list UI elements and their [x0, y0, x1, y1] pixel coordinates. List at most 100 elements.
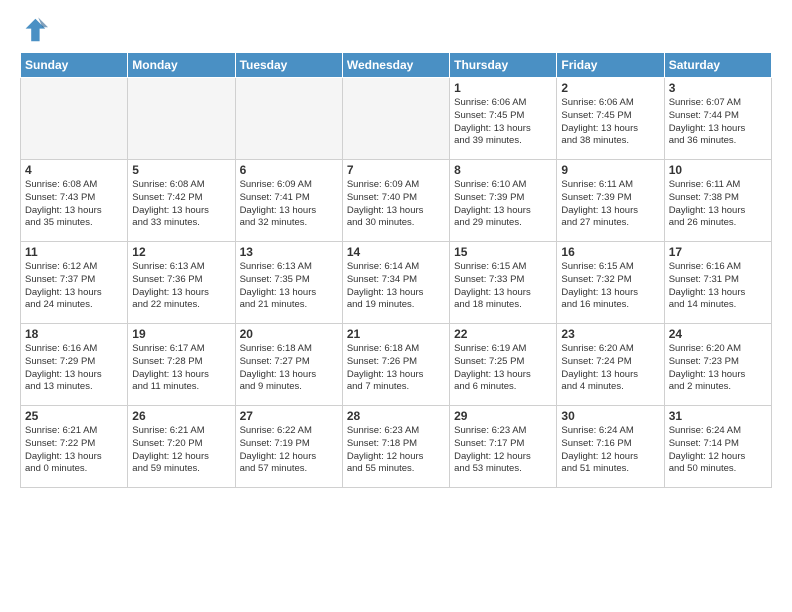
- day-info: Sunrise: 6:19 AM Sunset: 7:25 PM Dayligh…: [454, 343, 552, 394]
- day-number: 22: [454, 327, 552, 341]
- day-cell: 22 Sunrise: 6:19 AM Sunset: 7:25 PM Dayli…: [450, 324, 557, 406]
- day-number: 1: [454, 81, 552, 95]
- day-info: Sunrise: 6:13 AM Sunset: 7:36 PM Dayligh…: [132, 261, 230, 312]
- day-number: 27: [240, 409, 338, 423]
- day-number: 5: [132, 163, 230, 177]
- day-cell: 4 Sunrise: 6:08 AM Sunset: 7:43 PM Daylig…: [21, 160, 128, 242]
- day-info: Sunrise: 6:12 AM Sunset: 7:37 PM Dayligh…: [25, 261, 123, 312]
- day-cell: 5 Sunrise: 6:08 AM Sunset: 7:42 PM Daylig…: [128, 160, 235, 242]
- day-number: 24: [669, 327, 767, 341]
- day-cell: 23Sunrise: 6:20 AM Sunset: 7:24 PM Dayli…: [557, 324, 664, 406]
- day-info: Sunrise: 6:11 AM Sunset: 7:39 PM Dayligh…: [561, 179, 659, 230]
- day-cell: 26Sunrise: 6:21 AM Sunset: 7:20 PM Dayli…: [128, 406, 235, 488]
- weekday-header-tuesday: Tuesday: [235, 53, 342, 78]
- day-number: 29: [454, 409, 552, 423]
- day-number: 19: [132, 327, 230, 341]
- week-row-3: 11 Sunrise: 6:12 AM Sunset: 7:37 PM Dayli…: [21, 242, 772, 324]
- day-number: 18: [25, 327, 123, 341]
- day-cell: 11 Sunrise: 6:12 AM Sunset: 7:37 PM Dayli…: [21, 242, 128, 324]
- weekday-header-thursday: Thursday: [450, 53, 557, 78]
- weekday-header-monday: Monday: [128, 53, 235, 78]
- day-info: Sunrise: 6:06 AM Sunset: 7:45 PM Dayligh…: [561, 97, 659, 148]
- day-info: Sunrise: 6:13 AM Sunset: 7:35 PM Dayligh…: [240, 261, 338, 312]
- day-info: Sunrise: 6:08 AM Sunset: 7:43 PM Dayligh…: [25, 179, 123, 230]
- day-info: Sunrise: 6:18 AM Sunset: 7:27 PM Dayligh…: [240, 343, 338, 394]
- day-info: Sunrise: 6:16 AM Sunset: 7:29 PM Dayligh…: [25, 343, 123, 394]
- day-cell: 15 Sunrise: 6:15 AM Sunset: 7:33 PM Dayli…: [450, 242, 557, 324]
- day-cell: [128, 78, 235, 160]
- day-cell: 18 Sunrise: 6:16 AM Sunset: 7:29 PM Dayli…: [21, 324, 128, 406]
- day-cell: 9 Sunrise: 6:11 AM Sunset: 7:39 PM Daylig…: [557, 160, 664, 242]
- day-number: 10: [669, 163, 767, 177]
- week-row-2: 4 Sunrise: 6:08 AM Sunset: 7:43 PM Daylig…: [21, 160, 772, 242]
- weekday-header-saturday: Saturday: [664, 53, 771, 78]
- day-cell: 28 Sunrise: 6:23 AM Sunset: 7:18 PM Dayli…: [342, 406, 449, 488]
- day-cell: 3 Sunrise: 6:07 AM Sunset: 7:44 PM Daylig…: [664, 78, 771, 160]
- day-info: Sunrise: 6:06 AM Sunset: 7:45 PM Dayligh…: [454, 97, 552, 148]
- day-cell: [235, 78, 342, 160]
- day-info: Sunrise: 6:07 AM Sunset: 7:44 PM Dayligh…: [669, 97, 767, 148]
- day-cell: 27 Sunrise: 6:22 AM Sunset: 7:19 PM Dayli…: [235, 406, 342, 488]
- logo: [20, 16, 52, 44]
- day-number: 23: [561, 327, 659, 341]
- week-row-4: 18 Sunrise: 6:16 AM Sunset: 7:29 PM Dayli…: [21, 324, 772, 406]
- day-info: Sunrise: 6:09 AM Sunset: 7:40 PM Dayligh…: [347, 179, 445, 230]
- day-number: 26: [132, 409, 230, 423]
- day-number: 9: [561, 163, 659, 177]
- day-info: Sunrise: 6:10 AM Sunset: 7:39 PM Dayligh…: [454, 179, 552, 230]
- day-number: 21: [347, 327, 445, 341]
- day-cell: 21 Sunrise: 6:18 AM Sunset: 7:26 PM Dayli…: [342, 324, 449, 406]
- day-info: Sunrise: 6:11 AM Sunset: 7:38 PM Dayligh…: [669, 179, 767, 230]
- day-cell: 1 Sunrise: 6:06 AM Sunset: 7:45 PM Daylig…: [450, 78, 557, 160]
- day-number: 3: [669, 81, 767, 95]
- day-cell: 7 Sunrise: 6:09 AM Sunset: 7:40 PM Daylig…: [342, 160, 449, 242]
- day-cell: 19 Sunrise: 6:17 AM Sunset: 7:28 PM Dayli…: [128, 324, 235, 406]
- day-cell: 29Sunrise: 6:23 AM Sunset: 7:17 PM Dayli…: [450, 406, 557, 488]
- day-info: Sunrise: 6:15 AM Sunset: 7:33 PM Dayligh…: [454, 261, 552, 312]
- day-cell: 6 Sunrise: 6:09 AM Sunset: 7:41 PM Daylig…: [235, 160, 342, 242]
- day-number: 8: [454, 163, 552, 177]
- day-cell: [21, 78, 128, 160]
- day-number: 20: [240, 327, 338, 341]
- week-row-1: 1 Sunrise: 6:06 AM Sunset: 7:45 PM Daylig…: [21, 78, 772, 160]
- day-info: Sunrise: 6:24 AM Sunset: 7:14 PM Dayligh…: [669, 425, 767, 476]
- day-info: Sunrise: 6:24 AM Sunset: 7:16 PM Dayligh…: [561, 425, 659, 476]
- day-cell: 2Sunrise: 6:06 AM Sunset: 7:45 PM Daylig…: [557, 78, 664, 160]
- day-cell: 25Sunrise: 6:21 AM Sunset: 7:22 PM Dayli…: [21, 406, 128, 488]
- day-number: 28: [347, 409, 445, 423]
- day-info: Sunrise: 6:08 AM Sunset: 7:42 PM Dayligh…: [132, 179, 230, 230]
- day-number: 12: [132, 245, 230, 259]
- day-cell: 14 Sunrise: 6:14 AM Sunset: 7:34 PM Dayli…: [342, 242, 449, 324]
- day-info: Sunrise: 6:16 AM Sunset: 7:31 PM Dayligh…: [669, 261, 767, 312]
- day-cell: 8 Sunrise: 6:10 AM Sunset: 7:39 PM Daylig…: [450, 160, 557, 242]
- day-info: Sunrise: 6:09 AM Sunset: 7:41 PM Dayligh…: [240, 179, 338, 230]
- day-number: 14: [347, 245, 445, 259]
- day-cell: [342, 78, 449, 160]
- day-number: 31: [669, 409, 767, 423]
- day-cell: 24 Sunrise: 6:20 AM Sunset: 7:23 PM Dayli…: [664, 324, 771, 406]
- day-info: Sunrise: 6:18 AM Sunset: 7:26 PM Dayligh…: [347, 343, 445, 394]
- day-info: Sunrise: 6:21 AM Sunset: 7:22 PM Dayligh…: [25, 425, 123, 476]
- day-info: Sunrise: 6:23 AM Sunset: 7:18 PM Dayligh…: [347, 425, 445, 476]
- day-number: 11: [25, 245, 123, 259]
- day-cell: 13 Sunrise: 6:13 AM Sunset: 7:35 PM Dayli…: [235, 242, 342, 324]
- day-info: Sunrise: 6:20 AM Sunset: 7:23 PM Dayligh…: [669, 343, 767, 394]
- calendar: SundayMondayTuesdayWednesdayThursdayFrid…: [20, 52, 772, 488]
- week-row-5: 25Sunrise: 6:21 AM Sunset: 7:22 PM Dayli…: [21, 406, 772, 488]
- logo-icon: [20, 16, 48, 44]
- day-number: 7: [347, 163, 445, 177]
- day-info: Sunrise: 6:22 AM Sunset: 7:19 PM Dayligh…: [240, 425, 338, 476]
- weekday-header-friday: Friday: [557, 53, 664, 78]
- day-cell: 12 Sunrise: 6:13 AM Sunset: 7:36 PM Dayli…: [128, 242, 235, 324]
- day-info: Sunrise: 6:14 AM Sunset: 7:34 PM Dayligh…: [347, 261, 445, 312]
- day-number: 13: [240, 245, 338, 259]
- day-number: 16: [561, 245, 659, 259]
- day-number: 4: [25, 163, 123, 177]
- day-number: 15: [454, 245, 552, 259]
- day-number: 17: [669, 245, 767, 259]
- day-info: Sunrise: 6:17 AM Sunset: 7:28 PM Dayligh…: [132, 343, 230, 394]
- weekday-header-sunday: Sunday: [21, 53, 128, 78]
- day-number: 30: [561, 409, 659, 423]
- day-cell: 30 Sunrise: 6:24 AM Sunset: 7:16 PM Dayli…: [557, 406, 664, 488]
- day-number: 6: [240, 163, 338, 177]
